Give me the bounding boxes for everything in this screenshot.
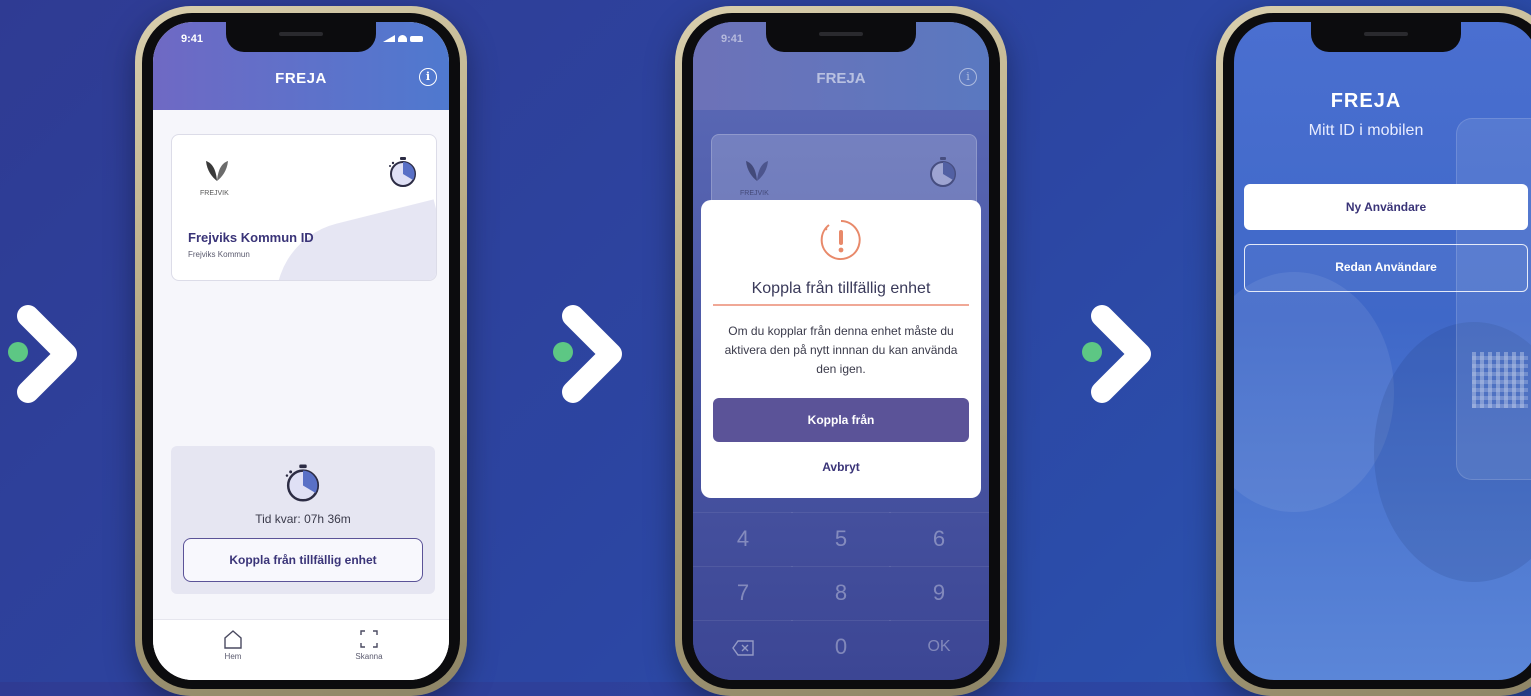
- disconnect-dialog: Koppla från tillfällig enhet Om du koppl…: [701, 200, 981, 498]
- key-4[interactable]: 4: [693, 512, 793, 565]
- qr-code-icon: [1472, 352, 1528, 408]
- home-screen: 9:41 FREJA i FREJVIK Frejviks Kommun ID …: [153, 22, 449, 680]
- info-icon: i: [959, 68, 977, 86]
- timer-icon: [285, 464, 320, 502]
- home-icon: [224, 630, 242, 649]
- welcome-screen: FREJA Mitt ID i mobilen Ny Användare Red…: [1234, 22, 1531, 680]
- cancel-button[interactable]: Avbryt: [701, 460, 981, 474]
- title-divider: [713, 304, 969, 306]
- new-user-button[interactable]: Ny Användare: [1244, 184, 1528, 230]
- status-time: 9:41: [181, 33, 204, 45]
- background-photo: [1234, 272, 1394, 512]
- leaf-logo-icon: [206, 161, 228, 181]
- background-phone-image: [1456, 118, 1531, 480]
- key-8[interactable]: 8: [791, 566, 891, 619]
- key-0[interactable]: 0: [791, 620, 891, 673]
- status-icons: [383, 35, 423, 42]
- wifi-icon: [398, 35, 407, 42]
- key-5[interactable]: 5: [791, 512, 891, 565]
- issuer-logo-text: FREJVIK: [200, 190, 229, 197]
- timer-icon: [389, 157, 416, 187]
- scan-icon: [360, 630, 378, 648]
- app-title: FREJA: [275, 70, 327, 87]
- pin-keypad: 4 5 6 7 8 9 0 OK: [693, 512, 989, 680]
- dialog-title: Koppla från tillfällig enhet: [751, 280, 931, 297]
- phone-home-screen: 9:41 FREJA i FREJVIK Frejviks Kommun ID …: [135, 6, 467, 696]
- phone-welcome-screen: FREJA Mitt ID i mobilen Ny Användare Red…: [1216, 6, 1531, 696]
- tab-scan-label: Skanna: [355, 652, 383, 661]
- alert-icon: [820, 220, 861, 260]
- info-icon[interactable]: i: [419, 68, 437, 86]
- step-arrow-3: [1074, 300, 1174, 410]
- step-arrow-2: [545, 300, 645, 410]
- leaf-logo-icon: [746, 161, 768, 181]
- card-subtitle: Frejviks Kommun: [188, 250, 250, 259]
- timer-icon: [930, 157, 956, 187]
- brand-title: FREJA: [1330, 90, 1402, 112]
- id-card[interactable]: FREJVIK Frejviks Kommun ID Frejviks Komm…: [171, 134, 437, 281]
- key-6[interactable]: 6: [889, 512, 989, 565]
- phone-disconnect-dialog: 9:41 FREJA i FREJVIK 4 5 6 7 8 9 0 OK Ko…: [675, 6, 1007, 696]
- backspace-key[interactable]: [693, 620, 793, 673]
- signal-icon: [383, 35, 395, 42]
- dialog-screen: 9:41 FREJA i FREJVIK 4 5 6 7 8 9 0 OK Ko…: [693, 22, 989, 680]
- status-time: 9:41: [721, 33, 744, 45]
- brand-tagline: Mitt ID i mobilen: [1308, 122, 1424, 139]
- dialog-message: Om du kopplar från denna enhet måste du …: [724, 324, 958, 376]
- app-title: FREJA: [816, 70, 866, 87]
- disconnect-device-button[interactable]: Koppla från tillfällig enhet: [183, 538, 423, 582]
- backspace-icon: [732, 640, 754, 656]
- tab-home-label: Hem: [224, 652, 242, 661]
- key-9[interactable]: 9: [889, 566, 989, 619]
- issuer-logo-text: FREJVIK: [740, 190, 769, 197]
- key-7[interactable]: 7: [693, 566, 793, 619]
- temporary-device-panel: Tid kvar: 07h 36m Koppla från tillfällig…: [171, 446, 435, 594]
- battery-icon: [410, 35, 423, 42]
- card-title: Frejviks Kommun ID: [188, 230, 314, 245]
- tab-bar: Hem Skanna: [153, 619, 449, 680]
- time-remaining: Tid kvar: 07h 36m: [255, 512, 351, 526]
- step-arrow-1: [0, 300, 100, 410]
- existing-user-button[interactable]: Redan Användare: [1244, 244, 1528, 292]
- tab-home[interactable]: Hem: [193, 628, 273, 661]
- tab-scan[interactable]: Skanna: [329, 628, 409, 661]
- confirm-disconnect-button[interactable]: Koppla från: [713, 398, 969, 442]
- key-ok[interactable]: OK: [889, 620, 989, 673]
